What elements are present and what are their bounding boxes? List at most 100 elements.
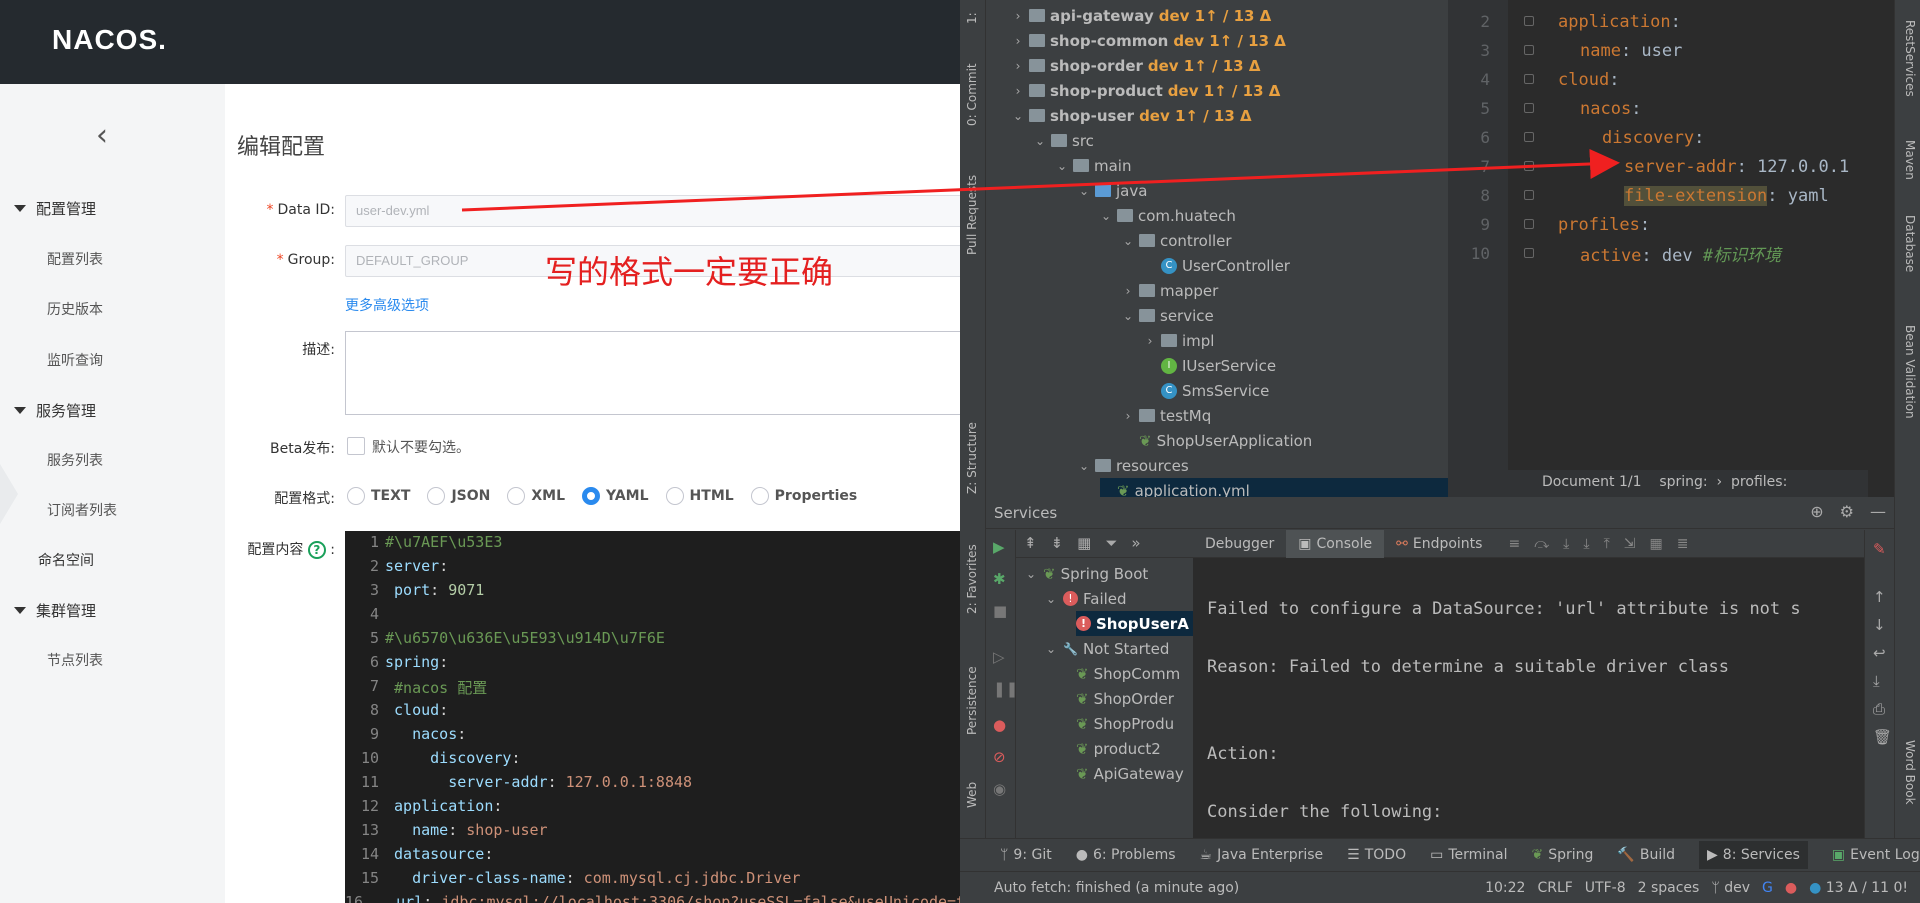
tool-tab-commit[interactable]: 0: Commit	[965, 63, 979, 126]
tree-node[interactable]: ⌄ main	[1056, 153, 1448, 178]
chevron-icon[interactable]: ›	[1012, 9, 1024, 23]
chevron-icon[interactable]: ›	[1012, 84, 1024, 98]
group-icon[interactable]: ▦	[1077, 534, 1091, 557]
format-yaml-radio[interactable]: YAML	[582, 487, 649, 505]
indent-setting[interactable]: 2 spaces	[1638, 880, 1700, 896]
chevron-icon[interactable]: ⌄	[1122, 234, 1134, 248]
stop-icon[interactable]: ■	[993, 602, 1007, 620]
tool-tab-bean-validation[interactable]: Bean Validation	[1903, 325, 1917, 419]
description-textarea[interactable]	[345, 331, 960, 415]
tree-node[interactable]: ❦ ShopUserApplication	[1122, 428, 1448, 453]
evaluate-icon[interactable]: ▦	[1650, 536, 1663, 552]
tool-tab-word-book[interactable]: Word Book	[1903, 740, 1917, 805]
service-node[interactable]: ⌄! Failed	[1046, 586, 1193, 611]
print-icon[interactable]: ⎙	[1873, 700, 1885, 718]
tool-tab-database[interactable]: Database	[1903, 215, 1917, 272]
nav-item-subscribers[interactable]: 订阅者列表	[47, 500, 117, 520]
collapse-sidebar-icon[interactable]: ‹	[96, 118, 108, 153]
config-content-editor[interactable]: 1 #\u7AEF\u53E3 2 server: 3 port: 9071 4 5 #\u6…	[345, 531, 960, 903]
tree-node[interactable]: I IUserService	[1144, 353, 1448, 378]
fold-icon[interactable]	[1524, 190, 1534, 200]
minimize-icon[interactable]: —	[1870, 502, 1886, 521]
step-out-icon[interactable]: ⤒	[1604, 536, 1610, 552]
chevron-icon[interactable]: ›	[1144, 334, 1156, 348]
chevron-icon[interactable]: ⌄	[1046, 592, 1058, 606]
line-separator[interactable]: CRLF	[1537, 880, 1572, 896]
service-node[interactable]: ❦ ShopOrder	[1076, 686, 1193, 711]
file-encoding[interactable]: UTF-8	[1585, 880, 1626, 896]
service-node[interactable]: ! ShopUserA	[1076, 611, 1193, 636]
nav-item-namespace[interactable]: 命名空间	[38, 550, 94, 570]
chevron-icon[interactable]: ⌄	[1034, 134, 1046, 148]
force-step-into-icon[interactable]: ⤓	[1583, 536, 1589, 552]
target-icon[interactable]: ⊕	[1810, 502, 1823, 521]
advanced-options-link[interactable]: 更多高级选项	[345, 295, 429, 315]
chevron-icon[interactable]: ⌄	[1122, 309, 1134, 323]
service-node[interactable]: ⌄ ❦ Spring Boot	[1026, 561, 1193, 586]
expand-all-icon[interactable]: ⇞	[1024, 534, 1037, 557]
tool-tab-build[interactable]: 🔨 Build	[1617, 847, 1675, 863]
menu-icon[interactable]: ≡	[1508, 536, 1520, 552]
tab-debugger[interactable]: Debugger	[1193, 530, 1286, 558]
tool-tab-services[interactable]: ▶ 8: Services	[1699, 841, 1808, 869]
fold-icon[interactable]	[1524, 103, 1534, 113]
tool-tab-problems[interactable]: ● 6: Problems	[1076, 847, 1176, 863]
nav-item-nodes[interactable]: 节点列表	[47, 650, 103, 670]
step-over-icon[interactable]: ⤼	[1534, 536, 1549, 552]
nav-item-service-list[interactable]: 服务列表	[47, 450, 103, 470]
tool-tab-spring[interactable]: ❦ Spring	[1532, 847, 1594, 863]
collapse-all-icon[interactable]: ⇟	[1051, 534, 1064, 557]
step-into-icon[interactable]: ⤓	[1563, 536, 1569, 552]
fold-icon[interactable]	[1524, 74, 1534, 84]
tree-node[interactable]: › shop-common dev 1↑ / 13 Δ	[1012, 28, 1448, 53]
tool-tab-persistence[interactable]: Persistence	[965, 666, 979, 735]
chevron-icon[interactable]: ⌄	[1046, 642, 1058, 656]
resume-icon[interactable]: ▷	[993, 648, 1005, 666]
service-node[interactable]: ❦ ShopComm	[1076, 661, 1193, 686]
tree-node[interactable]: C UserController	[1144, 253, 1448, 278]
tool-tab-git[interactable]: ᛘ 9: Git	[1000, 847, 1052, 863]
data-id-input[interactable]: user-dev.yml	[345, 195, 960, 227]
nav-item-history[interactable]: 历史版本	[47, 299, 103, 319]
caret-position[interactable]: 10:22	[1485, 880, 1525, 896]
debug-icon[interactable]: ✱	[993, 570, 1006, 588]
chevron-icon[interactable]: ⌄	[1078, 459, 1090, 473]
mute-breakpoints-icon[interactable]: ⊘	[993, 748, 1006, 766]
tool-tab-maven[interactable]: Maven	[1903, 140, 1917, 180]
nacos-logo[interactable]: NACOS.	[52, 24, 167, 56]
fold-icon[interactable]	[1524, 248, 1534, 258]
tree-node[interactable]: ⌄ resources	[1078, 453, 1448, 478]
breakpoints-icon[interactable]: ●	[993, 716, 1006, 734]
tree-node[interactable]: ⌄ java	[1078, 178, 1448, 203]
tool-tab-project[interactable]: 1:	[965, 12, 979, 24]
service-node[interactable]: ❦ ApiGateway	[1076, 761, 1193, 786]
chevron-icon[interactable]: ⌄	[1026, 567, 1038, 581]
scroll-end-icon[interactable]: ⤓	[1873, 672, 1880, 690]
chevron-icon[interactable]: ›	[1122, 284, 1134, 298]
tool-tab-terminal[interactable]: ▭ Terminal	[1430, 847, 1507, 863]
beta-checkbox[interactable]	[347, 437, 365, 455]
run-to-cursor-icon[interactable]: ⇲	[1624, 536, 1636, 552]
fold-icon[interactable]	[1524, 16, 1534, 26]
chevron-icon[interactable]: ⌄	[1078, 184, 1090, 198]
nav-group-cluster[interactable]: 集群管理	[14, 600, 96, 621]
format-properties-radio[interactable]: Properties	[750, 487, 857, 505]
camera-icon[interactable]: ◉	[993, 780, 1006, 798]
gear-icon[interactable]: ⚙	[1840, 502, 1854, 521]
format-text-radio[interactable]: TEXT	[347, 487, 410, 505]
run-icon[interactable]: ▶	[993, 538, 1005, 556]
down-icon[interactable]: ↓	[1873, 616, 1886, 634]
tree-node[interactable]: ⌄ src	[1034, 128, 1448, 153]
format-html-radio[interactable]: HTML	[665, 487, 734, 505]
trash-icon[interactable]: 🗑	[1873, 728, 1892, 746]
chevron-icon[interactable]: ›	[1122, 409, 1134, 423]
filter-icon[interactable]: ⏷	[1105, 534, 1117, 557]
tree-node[interactable]: C SmsService	[1144, 378, 1448, 403]
tree-node[interactable]: ⌄ controller	[1122, 228, 1448, 253]
yaml-editor[interactable]: 2 application: 3 name: user 4 cloud: 5 nacos: 6 d…	[1448, 0, 1868, 497]
tab-console[interactable]: ▣ Console	[1286, 530, 1385, 558]
format-json-radio[interactable]: JSON	[427, 487, 490, 505]
service-node[interactable]: ❦ product2	[1076, 736, 1193, 761]
tree-node[interactable]: › impl	[1144, 328, 1448, 353]
trace-icon[interactable]: ≣	[1677, 536, 1689, 552]
